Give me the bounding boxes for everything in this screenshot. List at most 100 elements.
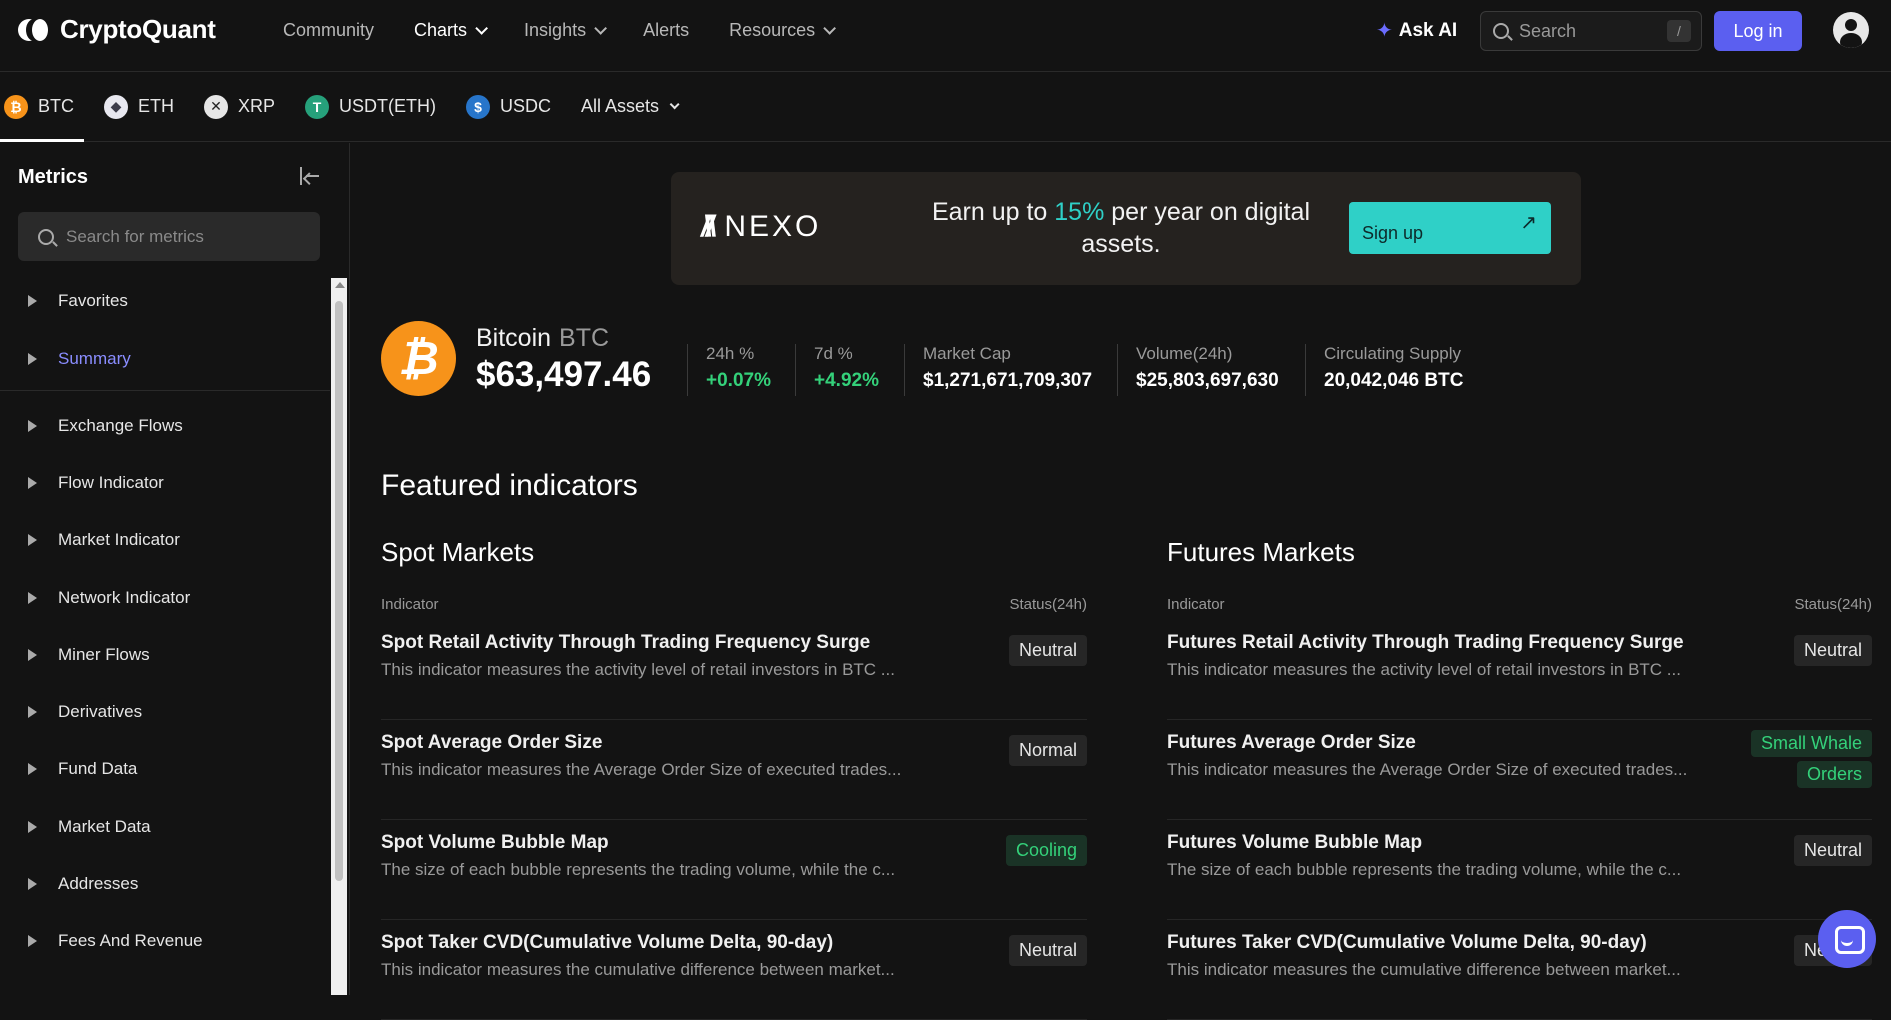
banner-signup-button[interactable]: Sign up ↗ [1349,202,1551,254]
all-assets-dropdown[interactable]: All Assets [581,72,680,142]
sidebar-item-label: Market Data [58,817,151,836]
arrow-up-right-icon: ↗ [1520,212,1537,234]
nav-resources-label: Resources [729,19,816,40]
nexo-mark-icon: /\/\ [701,210,717,243]
sidebar-item-market-data[interactable]: Market Data [0,807,330,847]
indicator-name[interactable]: Futures Taker CVD(Cumulative Volume Delt… [1167,932,1647,954]
asset-tab-xrp[interactable]: ✕ XRP [204,72,275,142]
sidebar-item-label: Addresses [58,874,139,893]
caret-right-icon [28,935,37,947]
indicator-row[interactable]: Futures Volume Bubble Map The size of ea… [1167,820,1872,920]
nav-charts[interactable]: Charts [414,20,489,41]
stat-value: +4.92% [814,370,879,391]
nav-insights[interactable]: Insights [524,20,608,41]
ask-ai-button[interactable]: ✦ Ask AI [1376,18,1457,43]
asset-tab-label: BTC [38,96,74,116]
nav-alerts[interactable]: Alerts [643,20,689,41]
sidebar-item-flow-indicator[interactable]: Flow Indicator [0,463,330,503]
xrp-icon: ✕ [204,94,228,119]
nexo-logo: /\/\ NEXO [701,210,821,244]
sidebar-scroll-thumb[interactable] [335,301,343,881]
stat-value: $1,271,671,709,307 [923,370,1093,391]
sidebar-item-derivatives[interactable]: Derivatives [0,692,330,732]
metrics-search[interactable] [18,212,320,261]
sidebar-title: Metrics [18,166,89,188]
caret-right-icon [28,353,37,365]
spot-markets-section: Spot Markets Indicator Status(24h) Spot … [381,537,1087,1020]
indicator-row[interactable]: Spot Volume Bubble Map The size of each … [381,820,1087,920]
search-icon [1493,23,1509,39]
top-navbar: CryptoQuant Community Charts Insights Al… [0,0,1891,72]
sidebar-item-addresses[interactable]: Addresses [0,864,330,904]
sidebar-item-miner-flows[interactable]: Miner Flows [0,635,330,675]
status-badge: Cooling [1005,835,1087,866]
indicator-name[interactable]: Spot Taker CVD(Cumulative Volume Delta, … [381,932,833,954]
asset-tab-label: ETH [138,96,174,116]
indicator-name[interactable]: Futures Average Order Size [1167,732,1416,754]
indicator-row[interactable]: Spot Average Order Size This indicator m… [381,720,1087,820]
asset-tab-usdc[interactable]: $ USDC [466,72,551,142]
indicator-name[interactable]: Futures Retail Activity Through Trading … [1167,632,1684,654]
indicator-row[interactable]: Futures Taker CVD(Cumulative Volume Delt… [1167,920,1872,1020]
asset-tab-usdt[interactable]: T USDT(ETH) [305,72,436,142]
search-input[interactable] [1519,20,1669,42]
stat-value: 20,042,046 BTC [1324,370,1464,391]
banner-copy-end: per year on digital assets. [1081,198,1311,258]
indicator-description: This indicator measures the Average Orde… [1167,760,1688,779]
chat-support-icon[interactable] [1818,910,1876,968]
sidebar-item-fund-data[interactable]: Fund Data [0,749,330,789]
indicator-name[interactable]: Spot Volume Bubble Map [381,832,609,854]
sidebar-item-label: Flow Indicator [58,473,164,492]
metrics-sidebar: Metrics Favorites Summary Exchange Flows… [0,143,350,995]
main-nav: Community Charts Insights Alerts Resourc… [283,0,872,60]
status-badge-line: Orders [1796,761,1872,788]
indicator-description: The size of each bubble represents the t… [1167,860,1682,879]
nav-alerts-label: Alerts [643,19,690,40]
stat-value: $25,803,697,630 [1136,370,1279,391]
global-search[interactable]: / [1480,11,1702,51]
indicator-name[interactable]: Spot Retail Activity Through Trading Fre… [381,632,870,654]
sidebar-item-favorites[interactable]: Favorites [0,281,330,321]
scroll-up-arrow-icon[interactable] [335,282,345,288]
cryptoquant-logo-icon [18,17,52,43]
sidebar-item-fees-and-revenue[interactable]: Fees And Revenue [0,921,330,961]
status-badge: Normal [1008,735,1087,766]
asset-tab-btc[interactable]: ₿ BTC [0,72,84,142]
indicator-row[interactable]: Futures Retail Activity Through Trading … [1167,620,1872,720]
stat-circulating-supply: Circulating Supply 20,042,046 BTC [1305,344,1463,396]
indicator-name[interactable]: Futures Volume Bubble Map [1167,832,1422,854]
indicator-description: The size of each bubble represents the t… [381,860,896,879]
user-avatar-icon[interactable] [1833,12,1869,48]
nav-community[interactable]: Community [283,20,374,41]
indicator-row[interactable]: Spot Retail Activity Through Trading Fre… [381,620,1087,720]
futures-table-header: Indicator Status(24h) [1167,596,1872,620]
sidebar-item-network-indicator[interactable]: Network Indicator [0,578,330,618]
login-button[interactable]: Log in [1714,11,1802,51]
metrics-search-input[interactable] [66,226,306,247]
asset-tab-label: USDC [500,96,552,116]
indicator-name[interactable]: Spot Average Order Size [381,732,602,754]
indicator-row[interactable]: Futures Average Order Size This indicato… [1167,720,1872,820]
sidebar-item-label: Favorites [58,291,128,310]
asset-tab-eth[interactable]: ◆ ETH [104,72,174,142]
sidebar-item-summary[interactable]: Summary [0,339,330,379]
status-badge: Small Whale Orders [1750,730,1872,792]
caret-right-icon [28,763,37,775]
featured-indicators-title: Featured indicators [381,469,638,502]
indicator-description: This indicator measures the cumulative d… [381,960,895,979]
coin-price: $63,497.46 [476,355,652,394]
search-icon [38,228,54,245]
asset-tab-label: USDT(ETH) [339,96,437,116]
status-badge: Neutral [1793,835,1872,866]
nav-resources[interactable]: Resources [729,19,837,41]
indicator-description: This indicator measures the Average Orde… [381,760,902,779]
collapse-sidebar-icon[interactable] [300,167,320,185]
stat-label: 7d % [814,344,853,363]
indicator-row[interactable]: Spot Taker CVD(Cumulative Volume Delta, … [381,920,1087,1020]
sidebar-item-exchange-flows[interactable]: Exchange Flows [0,406,330,446]
promo-banner[interactable]: /\/\ NEXO Earn up to 15% per year on dig… [671,172,1581,285]
usdc-icon: $ [466,94,491,119]
col-indicator-header: Indicator [1167,596,1225,613]
brand-logo[interactable]: CryptoQuant [18,14,216,45]
sidebar-item-market-indicator[interactable]: Market Indicator [0,520,330,560]
